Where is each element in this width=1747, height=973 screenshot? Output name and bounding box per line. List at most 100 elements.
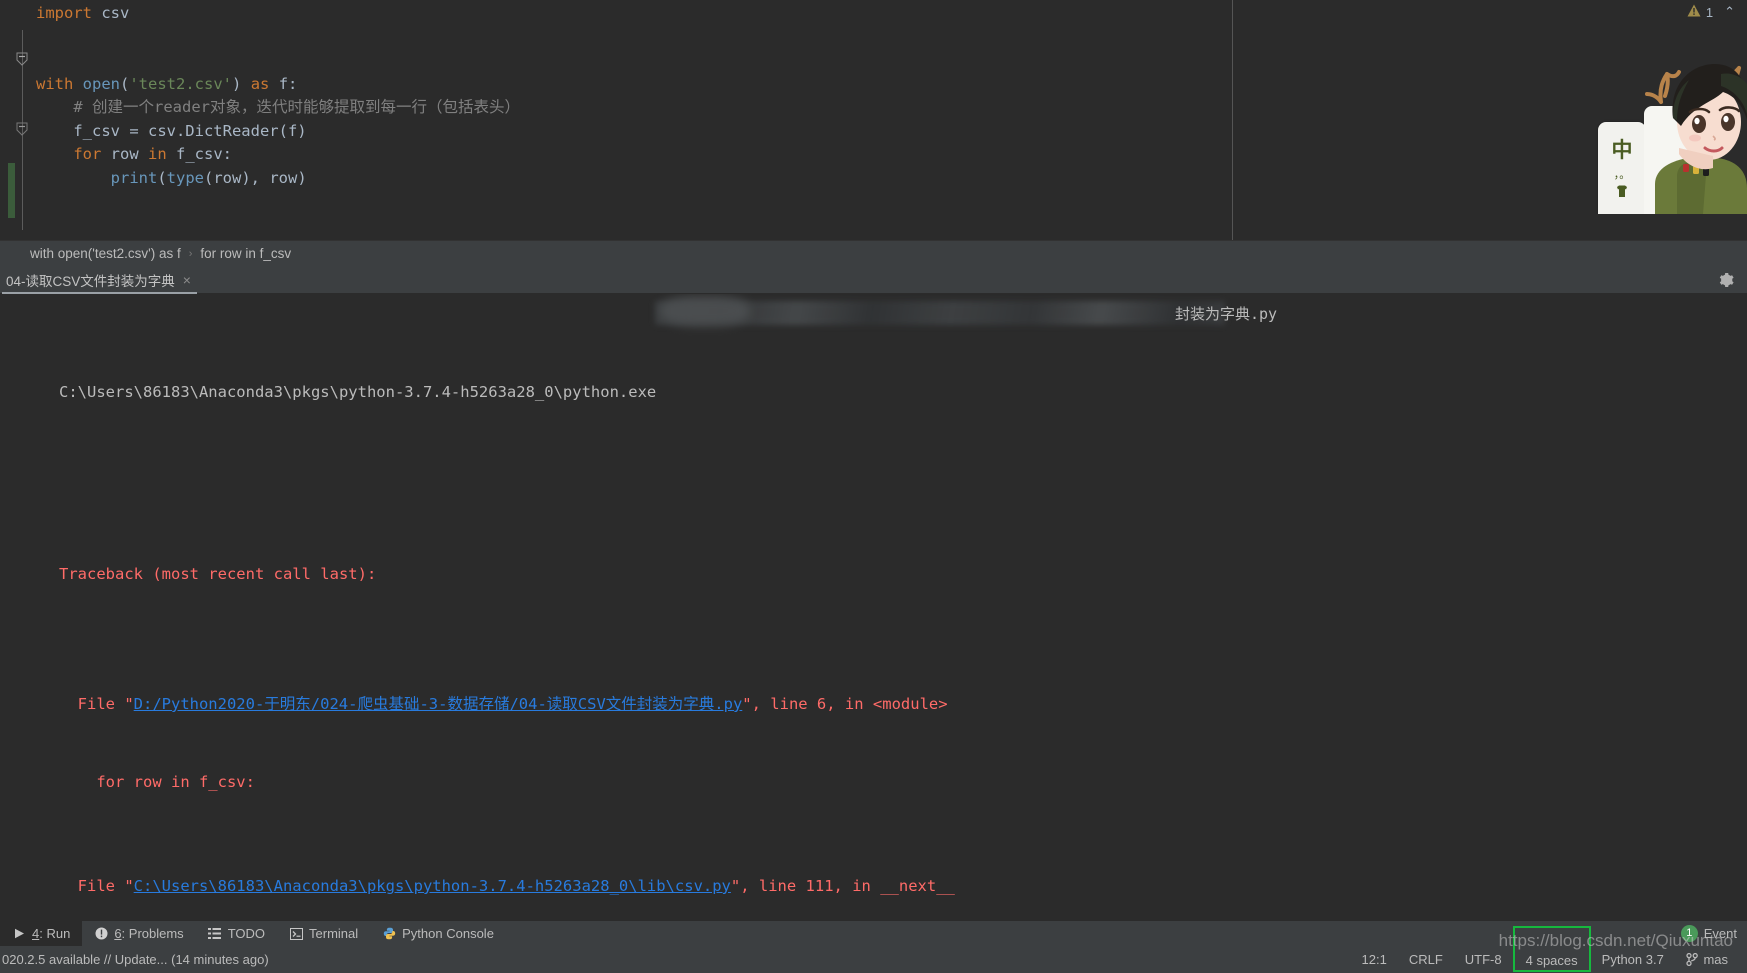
toolwindow-button-todo-label: TODO: [227, 926, 266, 941]
code-token: # 创建一个reader对象，迭代时能够提取到每一行（包括表头）: [36, 98, 520, 116]
code-token: import: [36, 4, 92, 22]
code-editor[interactable]: import csv with open('test2.csv') as f: …: [0, 0, 1747, 240]
ime-mode-label[interactable]: 中: [1604, 134, 1640, 164]
code-token: (: [120, 74, 130, 93]
breadcrumb-item-1[interactable]: for row in f_csv: [200, 246, 291, 261]
script-filename-tail: 封装为字典.py: [1175, 305, 1278, 323]
code-token: row: [101, 145, 148, 163]
toolwindow-button-terminal-label: Terminal: [309, 926, 359, 941]
code-token: as: [250, 74, 270, 93]
editor-gutter[interactable]: [0, 0, 29, 240]
toolwindow-button-problems[interactable]: 6: Problems: [82, 921, 195, 947]
ime-punctuation-icon[interactable]: ，。: [1604, 166, 1640, 182]
code-token: csv: [92, 4, 130, 22]
error-circle-icon: [94, 927, 108, 941]
toolwindow-button-run-label: : Run: [39, 926, 71, 941]
terminal-icon: [289, 927, 303, 941]
close-icon[interactable]: ×: [183, 272, 191, 288]
traceback-header: Traceback (most recent call last):: [59, 565, 377, 583]
code-line-6: f_csv = csv.DictReader(f): [36, 120, 1226, 144]
editor-right-divider: [1232, 0, 1233, 240]
code-token: (: [157, 168, 167, 187]
file-encoding[interactable]: UTF-8: [1454, 952, 1513, 967]
console-command-line: C:\Users\86183\Anaconda3\pkgs\python-3.7…: [3, 353, 1747, 401]
python-exe-path: C:\Users\86183\Anaconda3\pkgs\python-3.7…: [59, 383, 657, 401]
code-line-5: # 创建一个reader对象，迭代时能够提取到每一行（包括表头）: [36, 96, 1226, 120]
fold-toggle-icon[interactable]: [15, 52, 29, 66]
traceback-source-line: for row in f_csv:: [59, 773, 255, 791]
vcs-branch[interactable]: mas: [1675, 952, 1739, 967]
code-token: 'test2.csv': [129, 74, 232, 93]
breadcrumb[interactable]: with open('test2.csv') as f › for row in…: [0, 240, 1747, 266]
warning-triangle-icon: [1687, 4, 1701, 20]
ime-floating-widget[interactable]: 中 ，。: [1580, 56, 1747, 214]
ime-avatar-illustration: [1645, 64, 1747, 214]
code-line-8: print(type(row), row): [36, 167, 1226, 191]
code-token: open: [82, 74, 120, 93]
fold-toggle-icon[interactable]: [15, 122, 29, 136]
event-count-badge: 1: [1680, 924, 1698, 942]
list-icon: [208, 927, 222, 941]
toolwindow-button-todo[interactable]: TODO: [196, 921, 277, 947]
run-console-output[interactable]: C:\Users\86183\Anaconda3\pkgs\python-3.7…: [0, 294, 1747, 914]
run-toolwindow-tabbar[interactable]: 04-读取CSV文件封装为字典 ×: [0, 266, 1747, 294]
pycharm-window: import csv with open('test2.csv') as f : …: [0, 0, 1747, 973]
status-bar: 020.2.5 available // Update... (14 minut…: [0, 925, 1747, 973]
code-token: type: [166, 168, 204, 187]
branch-icon: [1686, 952, 1700, 967]
run-tab-label: 04-读取CSV文件封装为字典: [6, 273, 175, 289]
traceback-frame-line: File "C:\Users\86183\Anaconda3\pkgs\pyth…: [59, 877, 955, 895]
status-message[interactable]: 020.2.5 available // Update... (14 minut…: [0, 952, 269, 967]
code-token: f_csv:: [166, 145, 232, 163]
file-link[interactable]: D:/Python2020-于明东/024-爬虫基础-3-数据存储/04-读取C…: [134, 695, 743, 713]
line-separator[interactable]: CRLF: [1398, 952, 1454, 967]
code-line-1: import csv: [36, 2, 1226, 26]
traceback-frame-line: File "D:/Python2020-于明东/024-爬虫基础-3-数据存储/…: [59, 695, 948, 713]
event-log-indicator[interactable]: 1 Event: [1680, 920, 1737, 946]
code-line-4: with open('test2.csv') as f:: [36, 73, 1226, 97]
vcs-change-marker[interactable]: [8, 163, 15, 218]
code-token: f:: [269, 74, 298, 93]
code-token: (row), row): [204, 168, 307, 187]
caret-position[interactable]: 12:1: [1351, 952, 1398, 967]
breadcrumb-item-0[interactable]: with open('test2.csv') as f: [30, 246, 181, 261]
ime-skin-icon[interactable]: [1604, 184, 1640, 201]
python-interpreter[interactable]: Python 3.7: [1591, 952, 1675, 967]
chevron-up-icon[interactable]: ⌃: [1724, 4, 1735, 20]
toolwindow-button-python-console[interactable]: Python Console: [370, 921, 506, 947]
toolwindow-button-python-console-label: Python Console: [402, 926, 494, 941]
code-token: in: [148, 145, 167, 163]
gear-icon[interactable]: [1717, 271, 1735, 289]
code-content[interactable]: import csv with open('test2.csv') as f: …: [36, 0, 1226, 240]
status-bar-right-group: 12:1 CRLF UTF-8 4 spaces Python 3.7 mas: [1351, 925, 1740, 973]
code-token: print: [110, 168, 158, 187]
file-link[interactable]: C:\Users\86183\Anaconda3\pkgs\python-3.7…: [134, 877, 731, 895]
python-icon: [382, 927, 396, 941]
run-tab[interactable]: 04-读取CSV文件封装为字典 ×: [0, 266, 199, 294]
code-line-7: for row in f_csv:: [36, 143, 1226, 167]
code-token: for: [73, 145, 102, 163]
breadcrumb-separator-icon: ›: [188, 247, 193, 260]
inspection-warning-indicator[interactable]: 1 ⌃: [1687, 4, 1735, 20]
ime-mode-panel[interactable]: [1598, 122, 1646, 214]
ime-secondary-panel[interactable]: [1644, 106, 1706, 214]
code-token: f_csv = csv.DictReader(f): [36, 121, 307, 140]
toolwindow-button-problems-number: 6: [114, 926, 122, 941]
toolwindow-button-terminal[interactable]: Terminal: [277, 921, 370, 947]
toolwindow-buttons-bar[interactable]: 4: Run 6: Problems TODO Terminal Python …: [0, 920, 1747, 947]
redacted-path-region-2: [660, 296, 750, 326]
toolwindow-button-run[interactable]: 4: Run: [0, 920, 83, 947]
code-token: with: [36, 74, 74, 93]
code-token: ): [232, 74, 242, 93]
indent-setting[interactable]: 4 spaces: [1512, 925, 1591, 972]
play-icon: [12, 927, 26, 941]
warning-count: 1: [1705, 4, 1714, 20]
vcs-branch-label: mas: [1703, 952, 1728, 967]
toolwindow-button-problems-label: : Problems: [121, 926, 184, 941]
